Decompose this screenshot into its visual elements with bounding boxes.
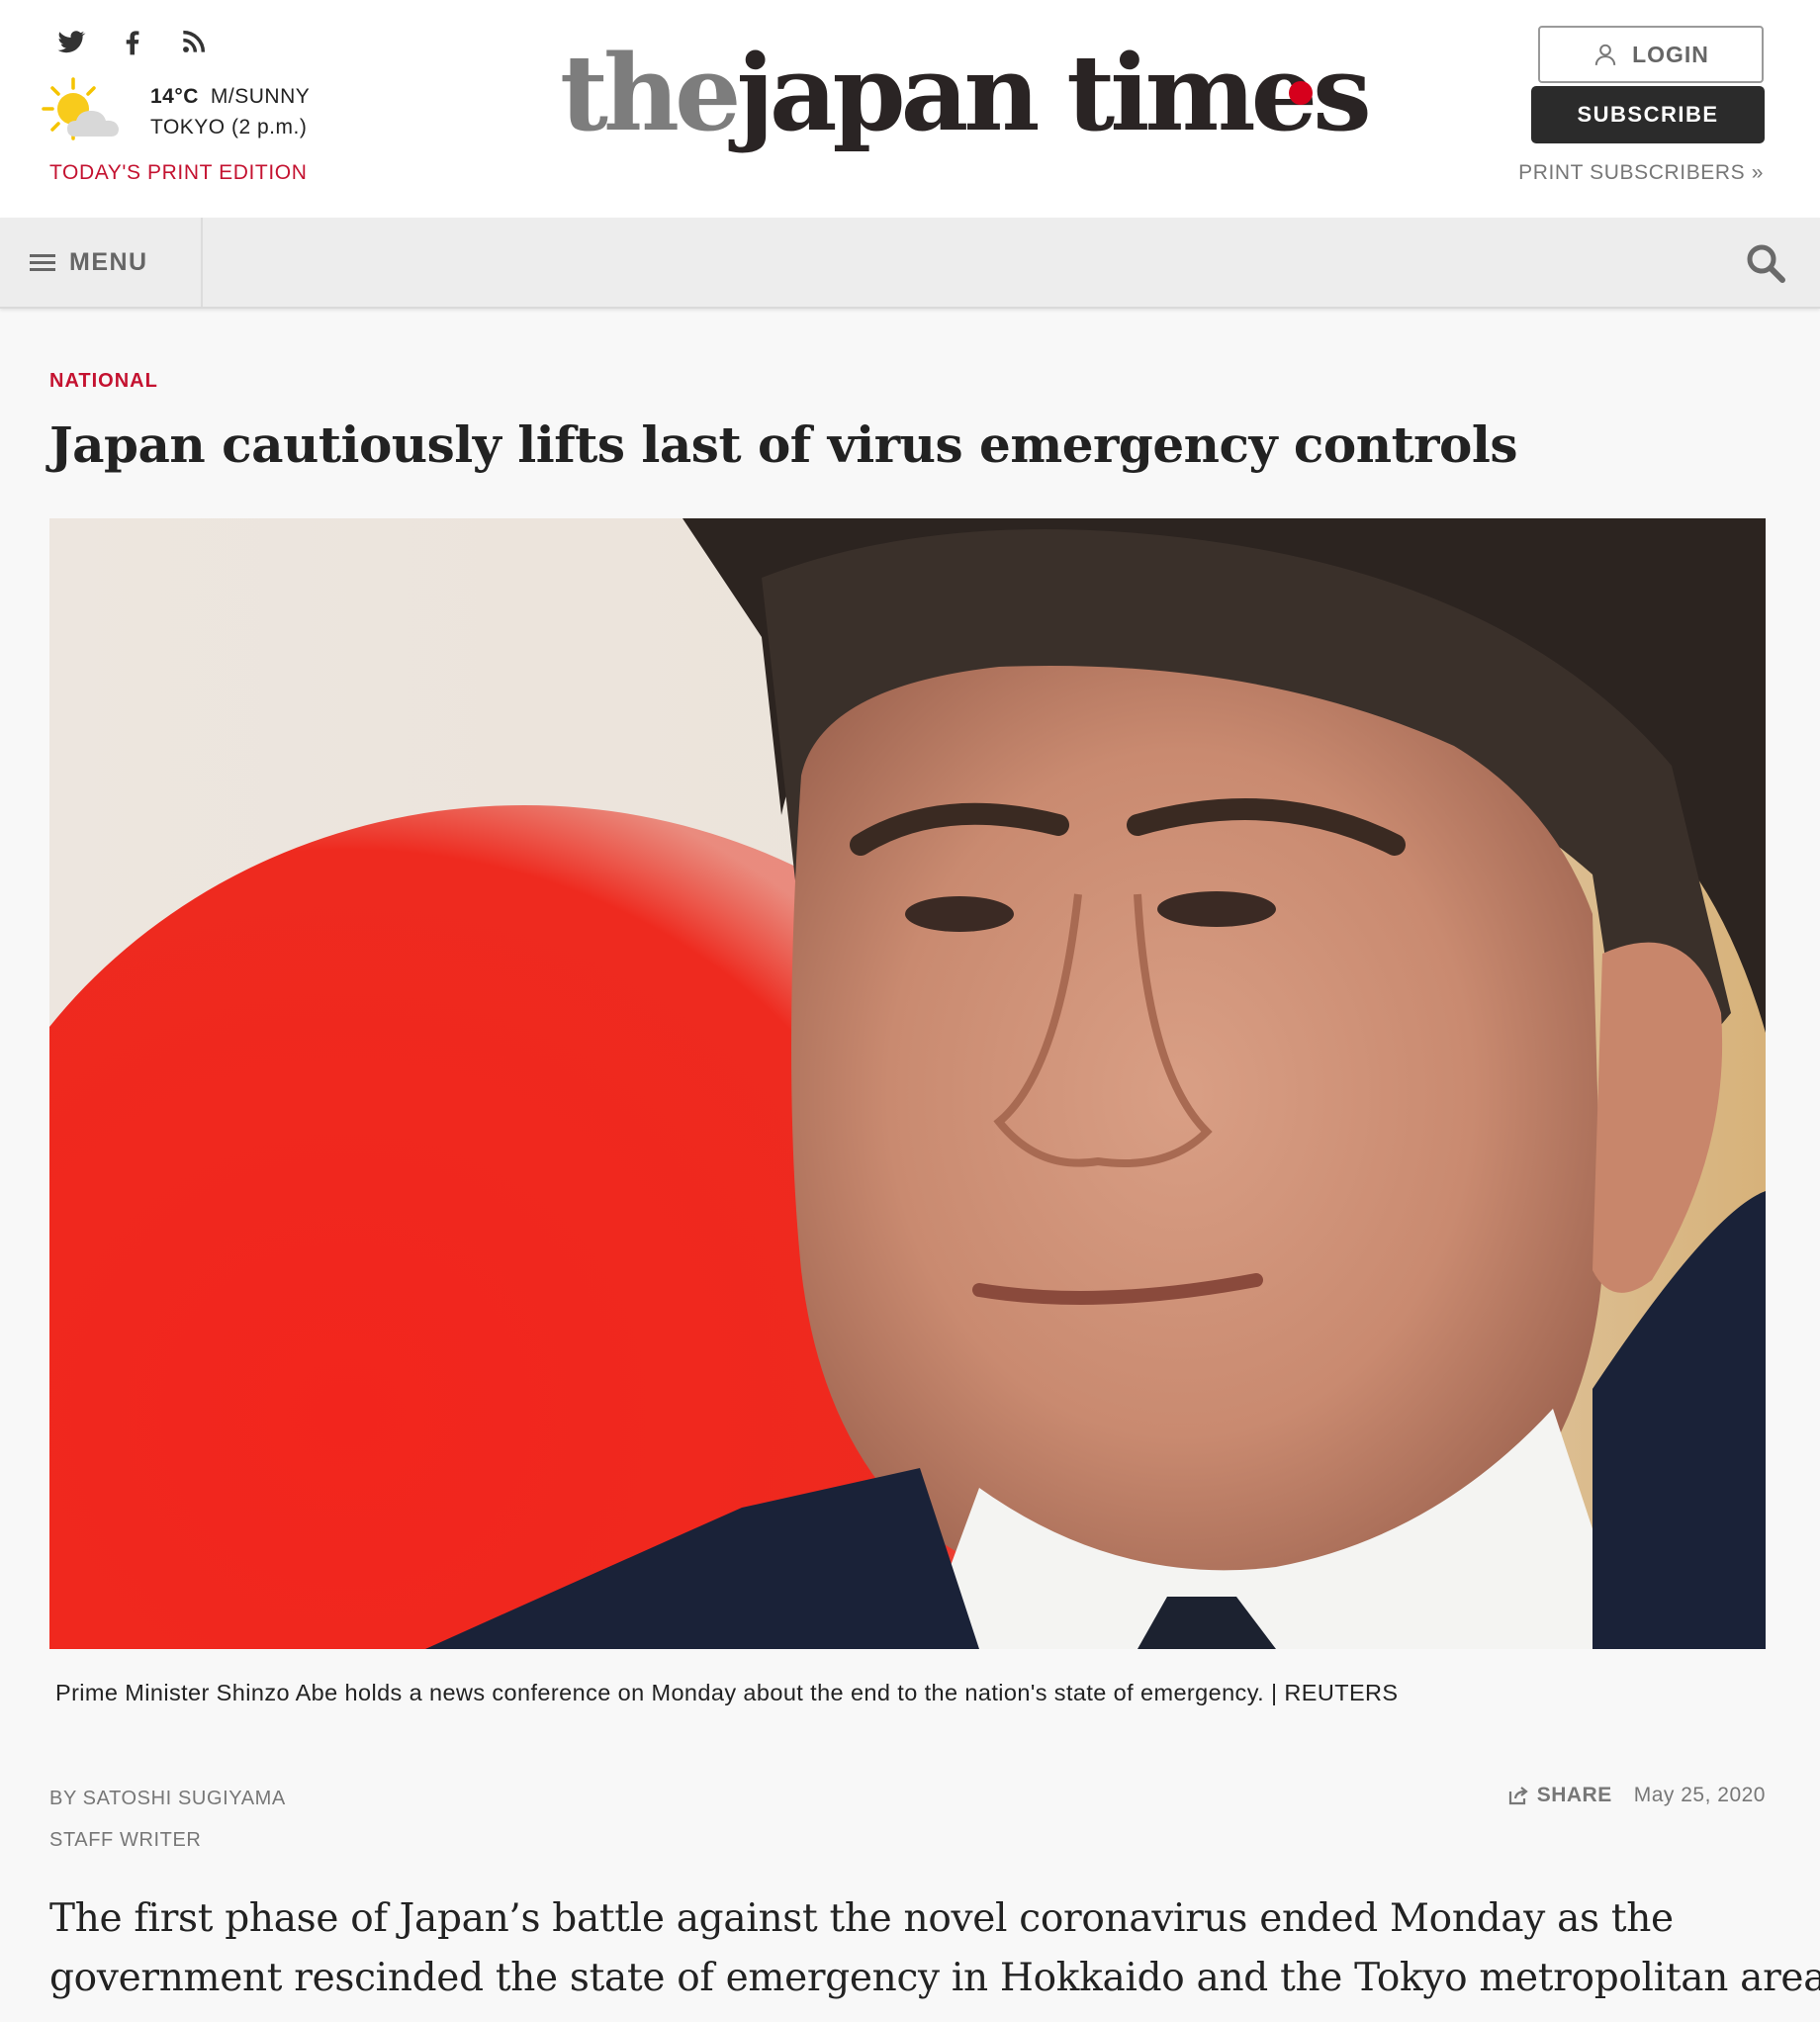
twitter-icon[interactable]	[55, 26, 87, 57]
lede-line-2: government rescinded the state of emerge…	[49, 1956, 1820, 2000]
search-icon[interactable]	[1745, 242, 1786, 284]
article-lede: The first phase of Japan’s battle agains…	[49, 1889, 1820, 2008]
social-links	[55, 26, 210, 57]
article-headline: Japan cautiously lifts last of virus eme…	[49, 415, 1518, 474]
share-label: SHARE	[1536, 1784, 1612, 1806]
login-button[interactable]: LOGIN	[1538, 26, 1764, 83]
weather-widget: 14°C M/SUNNY TOKYO (2 p.m.)	[42, 75, 310, 146]
todays-print-edition-link[interactable]: TODAY'S PRINT EDITION	[49, 161, 307, 185]
weather-location: TOKYO (2 p.m.)	[150, 116, 308, 138]
share-button[interactable]: SHARE	[1507, 1784, 1612, 1807]
logo-japan-times: japan times	[736, 31, 1371, 154]
article-photo	[49, 518, 1766, 1649]
print-subscribers-link[interactable]: PRINT SUBSCRIBERS »	[1518, 161, 1764, 185]
menu-button[interactable]: MENU	[0, 218, 203, 307]
menu-label: MENU	[69, 247, 148, 276]
lede-line-1: The first phase of Japan’s battle agains…	[49, 1896, 1674, 1941]
logo-red-dot	[1289, 81, 1313, 105]
partly-sunny-icon	[42, 77, 119, 140]
site-header: 14°C M/SUNNY TOKYO (2 p.m.) TODAY'S PRINT…	[0, 0, 1820, 218]
logo-the: the	[560, 31, 741, 154]
photo-caption: Prime Minister Shinzo Abe holds a news c…	[55, 1680, 1399, 1705]
main-nav-bar: MENU	[0, 218, 1820, 309]
subscribe-button[interactable]: SUBSCRIBE	[1531, 86, 1765, 143]
share-icon	[1508, 1787, 1528, 1805]
article-meta: SHARE May 25, 2020	[1507, 1784, 1766, 1807]
site-logo[interactable]: thejapan times	[560, 31, 1372, 154]
author-role: STAFF WRITER	[49, 1829, 202, 1851]
article-byline: BY SATOSHI SUGIYAMA STAFF WRITER	[49, 1778, 286, 1861]
user-icon	[1594, 44, 1616, 65]
author-name[interactable]: BY SATOSHI SUGIYAMA	[49, 1778, 286, 1819]
weather-condition: M/SUNNY	[210, 85, 311, 108]
abe-press-conference-image	[49, 518, 1766, 1649]
article-date: May 25, 2020	[1633, 1784, 1766, 1806]
rss-icon[interactable]	[178, 26, 210, 57]
hamburger-icon	[30, 254, 55, 271]
facebook-icon[interactable]	[117, 26, 148, 57]
article-category[interactable]: NATIONAL	[49, 370, 158, 393]
weather-temperature: 14°C	[150, 85, 199, 108]
login-label: LOGIN	[1632, 41, 1709, 67]
